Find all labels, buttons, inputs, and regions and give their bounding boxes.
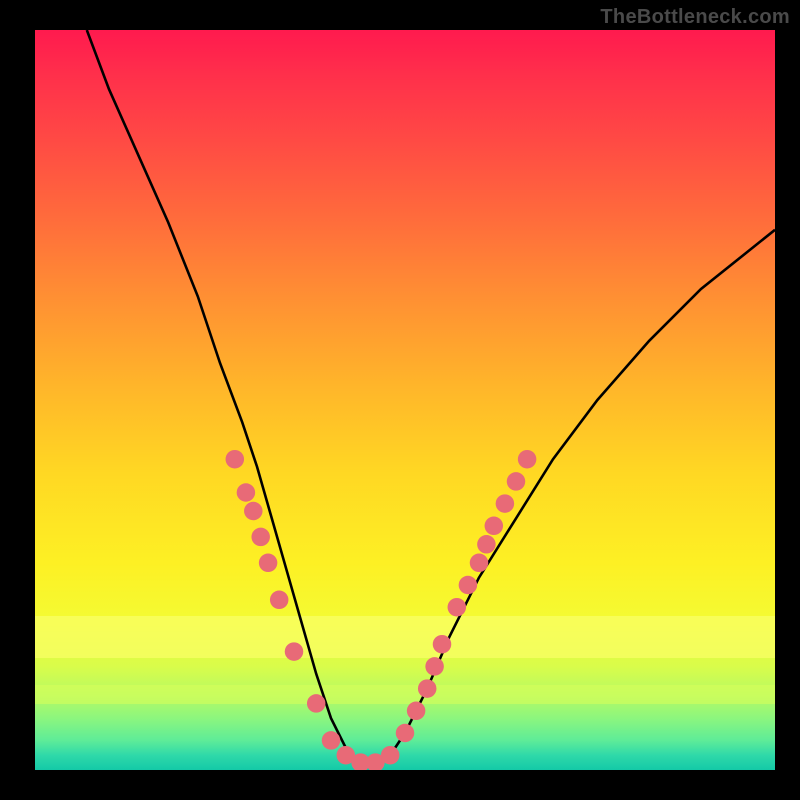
data-marker — [270, 591, 289, 610]
data-marker — [237, 483, 256, 502]
data-marker — [244, 502, 262, 521]
data-marker — [448, 598, 467, 617]
data-marker — [407, 702, 426, 721]
data-marker — [259, 554, 278, 573]
data-marker — [433, 635, 452, 654]
data-marker — [496, 494, 515, 512]
data-marker — [477, 535, 496, 554]
chart-plot-area — [35, 30, 775, 770]
data-marker — [425, 657, 444, 676]
data-marker — [485, 517, 504, 536]
watermark-label: TheBottleneck.com — [600, 6, 790, 29]
data-marker — [322, 731, 341, 750]
data-marker — [518, 450, 537, 469]
chart-svg — [35, 30, 775, 770]
data-marker — [396, 724, 415, 743]
marker-group — [226, 450, 537, 770]
data-marker — [418, 679, 437, 698]
data-marker — [307, 694, 326, 713]
data-marker — [459, 576, 478, 595]
data-marker — [226, 450, 245, 469]
data-marker — [470, 554, 489, 573]
data-marker — [251, 528, 270, 547]
curve-line — [87, 30, 775, 763]
data-marker — [507, 472, 526, 491]
data-marker — [381, 746, 400, 765]
data-marker — [285, 642, 304, 661]
